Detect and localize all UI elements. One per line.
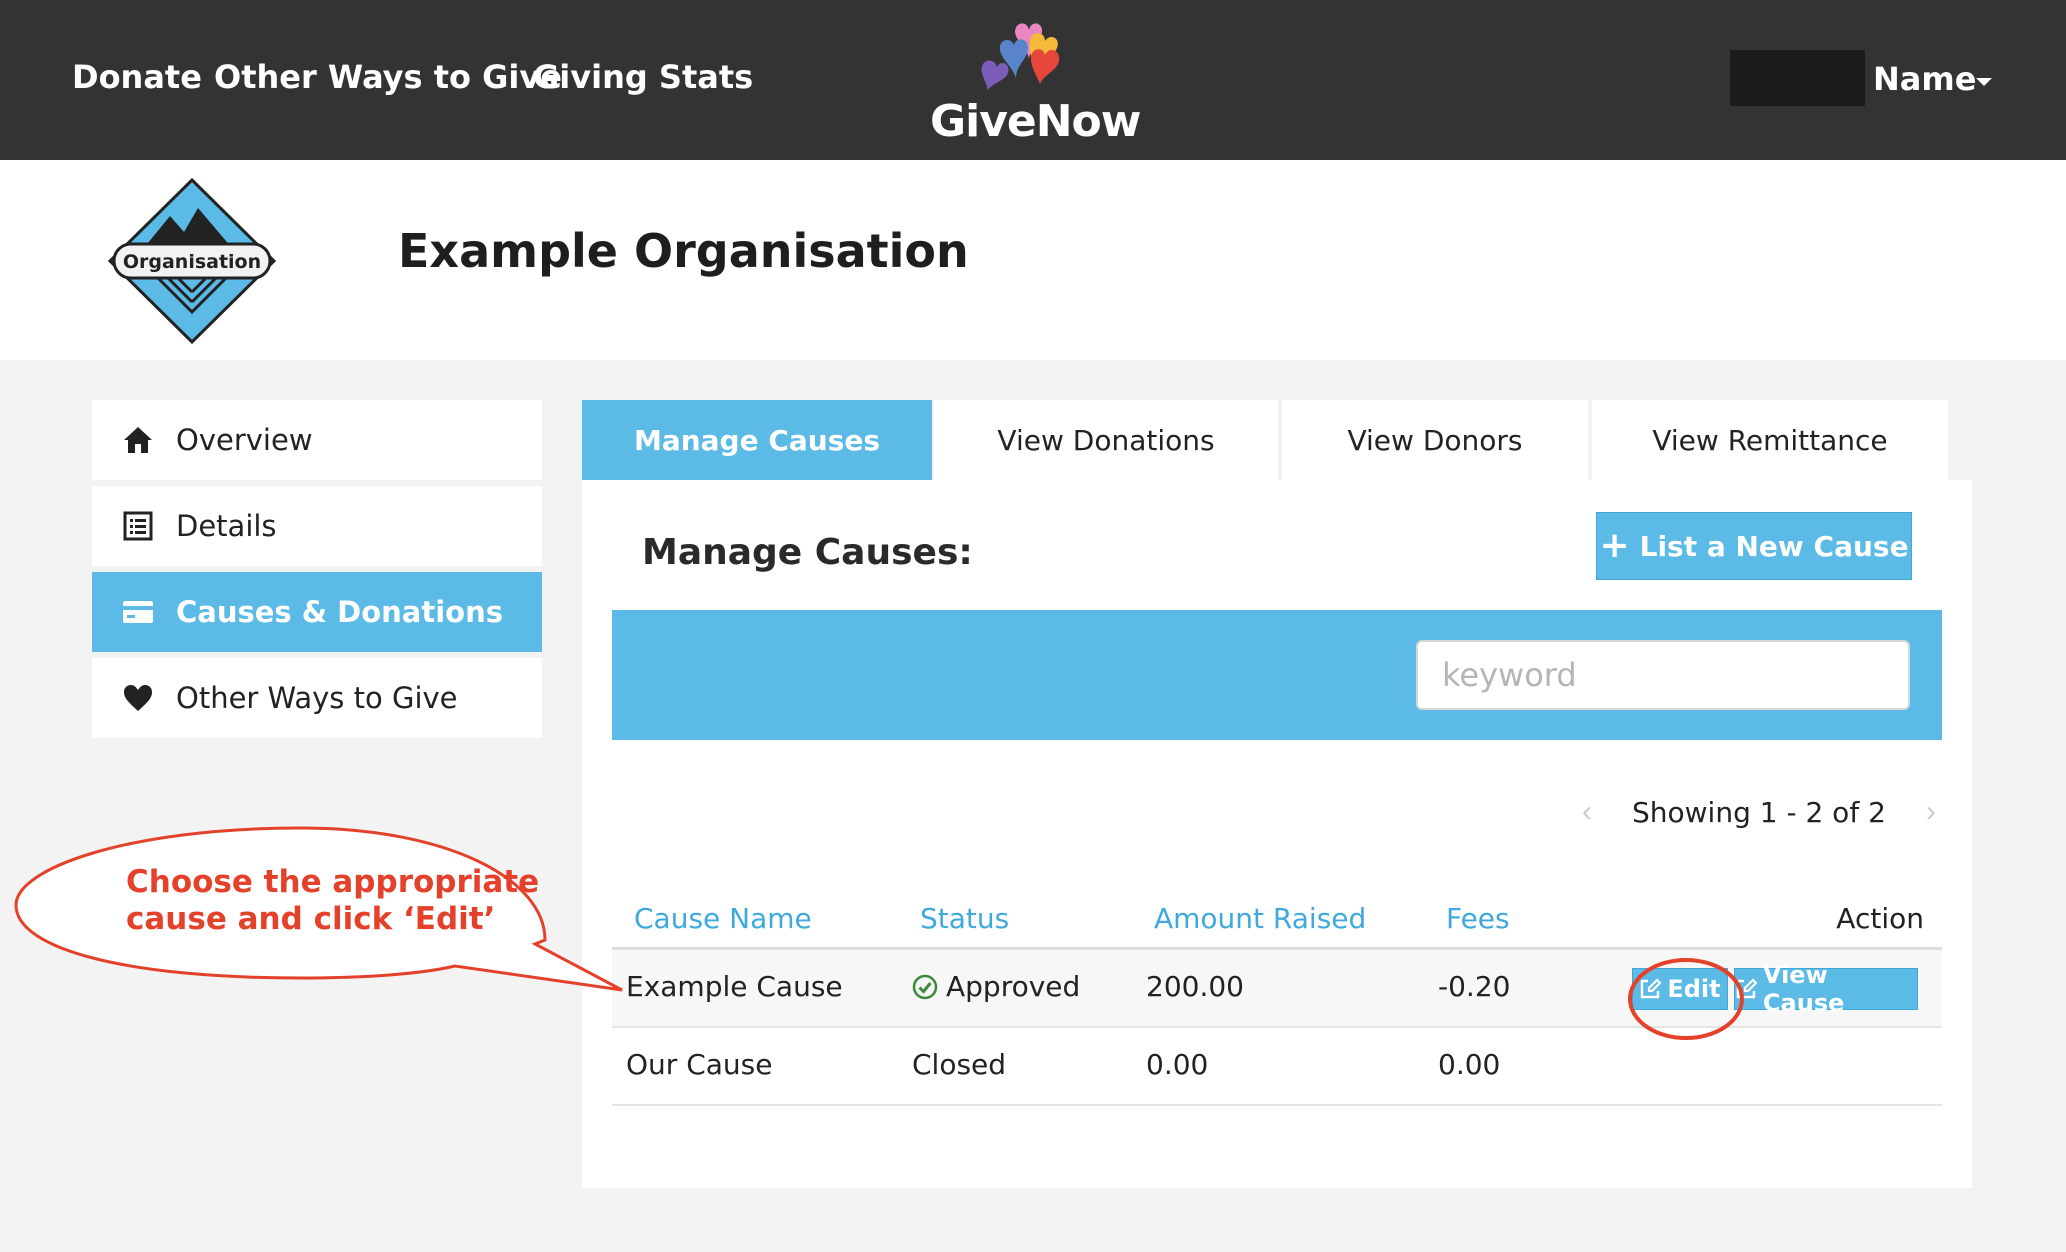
external-edit-icon — [1736, 978, 1757, 999]
plus-icon: + — [1599, 525, 1630, 566]
table-header-row: Cause Name Status Amount Raised Fees Act… — [612, 890, 1942, 950]
list-icon — [120, 508, 156, 544]
pager-text: Showing 1 - 2 of 2 — [1632, 795, 1886, 829]
sidebar-item-label: Other Ways to Give — [176, 681, 458, 715]
list-new-cause-button[interactable]: + List a New Cause — [1596, 512, 1912, 580]
sidebar-item-label: Causes & Donations — [176, 595, 504, 629]
chevron-right-icon[interactable]: › — [1916, 795, 1946, 829]
sidebar-item-causes-donations[interactable]: Causes & Donations — [92, 572, 542, 652]
nav-other-ways-link[interactable]: Other Ways to Give — [214, 58, 562, 96]
cause-name-cell: Our Cause — [626, 1048, 773, 1081]
tab-manage-causes[interactable]: Manage Causes — [582, 400, 932, 480]
sidebar-item-label: Details — [176, 509, 277, 543]
nav-giving-stats-link[interactable]: Giving Stats — [533, 58, 753, 96]
column-header-fees[interactable]: Fees — [1446, 902, 1510, 935]
organisation-badge-label: Organisation — [123, 251, 261, 273]
status-text: Approved — [946, 970, 1081, 1003]
edit-icon — [1641, 978, 1662, 999]
search-input[interactable] — [1416, 640, 1910, 710]
hearts-logo-icon — [981, 23, 1060, 90]
edit-label: Edit — [1667, 975, 1721, 1003]
section-title: Manage Causes: — [642, 532, 973, 573]
avatar — [1730, 50, 1865, 106]
edit-button[interactable]: Edit — [1632, 968, 1728, 1010]
check-circle-icon — [912, 974, 938, 999]
tab-view-donations[interactable]: View Donations — [934, 400, 1278, 480]
search-bar — [612, 610, 1942, 740]
table-row: Our Cause Closed 0.00 0.00 — [612, 1028, 1942, 1106]
view-cause-label: View Cause — [1762, 961, 1845, 1017]
status-cell: Closed — [912, 1048, 1007, 1081]
sidebar: Overview Details Causes & Donations Othe… — [92, 400, 542, 744]
view-cause-button[interactable]: View Cause — [1734, 961, 1918, 1017]
tab-view-remittance[interactable]: View Remittance — [1592, 400, 1948, 480]
top-navigation-bar: Donate Other Ways to Give Giving Stats G… — [0, 0, 2066, 160]
organisation-badge: Organisation — [107, 177, 277, 345]
manage-causes-panel: Manage Causes: + List a New Cause ‹ Show… — [582, 480, 1972, 1188]
pagination: ‹ Showing 1 - 2 of 2 › — [1572, 792, 1946, 832]
list-new-cause-label: List a New Cause — [1639, 529, 1909, 563]
fees-cell: -0.20 — [1438, 970, 1511, 1003]
givenow-logo[interactable]: GiveNow — [930, 18, 1141, 147]
table-row: Example Cause Approved 200.00 -0.20 Edit — [612, 950, 1942, 1028]
amount-raised-cell: 0.00 — [1146, 1048, 1209, 1081]
cause-name-cell: Example Cause — [626, 970, 843, 1003]
column-header-status[interactable]: Status — [920, 902, 1009, 935]
causes-table: Cause Name Status Amount Raised Fees Act… — [612, 890, 1942, 1106]
organisation-logo-icon: Organisation — [107, 177, 277, 345]
sidebar-item-details[interactable]: Details — [92, 486, 542, 566]
credit-card-icon — [120, 594, 156, 630]
heart-icon — [120, 680, 156, 716]
column-header-amount-raised[interactable]: Amount Raised — [1154, 902, 1366, 935]
fees-cell: 0.00 — [1438, 1048, 1501, 1081]
sidebar-item-other-ways[interactable]: Other Ways to Give — [92, 658, 542, 738]
chevron-left-icon[interactable]: ‹ — [1572, 795, 1602, 829]
tab-view-donors[interactable]: View Donors — [1282, 400, 1588, 480]
status-cell: Approved — [912, 970, 1080, 1003]
column-header-action: Action — [1836, 902, 1924, 935]
annotation-text: Choose the appropriate cause and click ‘… — [126, 864, 540, 937]
sidebar-item-overview[interactable]: Overview — [92, 400, 542, 480]
amount-raised-cell: 200.00 — [1146, 970, 1244, 1003]
page-title: Example Organisation — [398, 224, 969, 278]
organisation-header: Organisation Example Organisation — [0, 160, 2066, 360]
column-header-cause-name[interactable]: Cause Name — [634, 902, 812, 935]
chevron-down-icon — [1976, 78, 1992, 86]
user-name: Name — [1873, 60, 1977, 98]
brand-wordmark: GiveNow — [930, 96, 1141, 147]
nav-donate-link[interactable]: Donate — [72, 58, 202, 96]
sidebar-item-label: Overview — [176, 423, 313, 457]
home-icon — [120, 422, 156, 458]
